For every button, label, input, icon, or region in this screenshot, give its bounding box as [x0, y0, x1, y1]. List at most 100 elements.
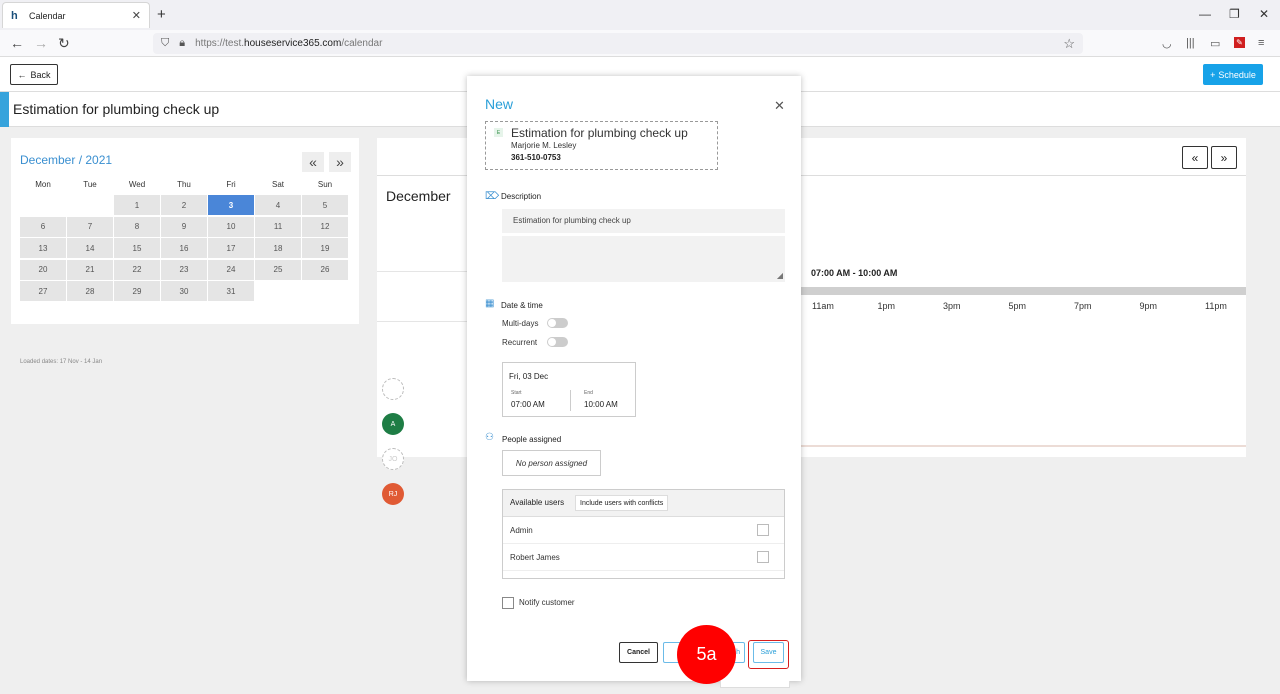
restore-icon[interactable]: ❐	[1229, 7, 1240, 21]
day-cell[interactable]: 5	[302, 195, 348, 215]
new-event-modal: New ✕ E Estimation for plumbing check up…	[467, 76, 801, 681]
job-card: E Estimation for plumbing check up Marjo…	[485, 121, 718, 170]
hour-label: 7pm	[1074, 301, 1092, 311]
back-button[interactable]: ← Back	[10, 64, 58, 85]
menu-icon[interactable]: ≡	[1258, 37, 1264, 49]
mini-calendar-month: December / 2021	[20, 153, 113, 167]
user-checkbox[interactable]	[757, 551, 769, 563]
day-cell[interactable]: 6	[20, 216, 66, 237]
avatar[interactable]: JO	[382, 448, 404, 470]
avatar[interactable]	[382, 378, 404, 400]
day-cell[interactable]: 25	[255, 259, 301, 280]
day-cell[interactable]: 1	[114, 195, 160, 215]
day-cell[interactable]: 10	[208, 216, 254, 237]
no-person-assigned: No person assigned	[502, 450, 601, 476]
event-line	[799, 445, 1246, 447]
bookmark-star-icon[interactable]: ☆	[1063, 36, 1075, 52]
day-cell[interactable]: 7	[67, 216, 113, 237]
mini-calendar: December / 2021 « » Mon Tue Wed Thu Fri Sat Su…	[11, 138, 359, 365]
user-row[interactable]: Admin	[503, 517, 784, 544]
day-cell[interactable]: 8	[114, 216, 160, 237]
browser-toolbar: ← → ↻ ⛉ 🔒︎ https://test.houseservice365.…	[0, 30, 1280, 57]
tag-icon: ⌦	[485, 191, 500, 202]
datetime-picker[interactable]: Fri, 03 Dec Start 07:00 AM End 10:00 AM	[502, 362, 636, 417]
time-band	[799, 287, 1246, 295]
extension-icon[interactable]: ✎	[1234, 37, 1245, 48]
day-cell[interactable]: 14	[67, 238, 113, 258]
schedule-button[interactable]: + Schedule	[1203, 64, 1263, 85]
day-cell[interactable]: 27	[20, 281, 66, 301]
multi-days-toggle[interactable]	[547, 318, 568, 328]
notify-customer-checkbox[interactable]	[502, 597, 514, 609]
calendar-prev-button[interactable]: «	[1182, 146, 1208, 169]
day-cell[interactable]: 20	[20, 259, 66, 280]
time-band-label: 07:00 AM - 10:00 AM	[811, 268, 898, 278]
reload-icon[interactable]: ↻	[58, 35, 70, 52]
include-conflicts-button[interactable]: Include users with conflicts	[575, 495, 669, 511]
datetime-label: Date & time	[501, 301, 543, 310]
library-icon[interactable]: |||	[1186, 37, 1195, 49]
next-month-button[interactable]: »	[329, 152, 351, 172]
day-cell[interactable]: 19	[302, 238, 348, 258]
forward-arrow-icon[interactable]: →	[34, 35, 48, 51]
start-time[interactable]: 07:00 AM	[511, 400, 545, 409]
sidebar-icon[interactable]: ▭	[1210, 37, 1220, 50]
day-cell[interactable]: 24	[208, 259, 254, 280]
calendar-next-button[interactable]: »	[1211, 146, 1237, 169]
day-cell[interactable]: 15	[114, 238, 160, 258]
close-tab-icon[interactable]: ✕	[132, 9, 141, 22]
weekday-label: Fri	[226, 180, 236, 189]
day-cell[interactable]: 16	[161, 238, 207, 258]
resize-grip-icon[interactable]: ◢	[777, 271, 783, 280]
calendar-month: December	[386, 188, 451, 204]
avatar[interactable]: RJ	[382, 483, 404, 505]
day-cell[interactable]: 28	[67, 281, 113, 301]
description-input[interactable]: Estimation for plumbing check up	[502, 209, 785, 233]
browser-tab[interactable]: h Calendar ✕	[2, 2, 150, 28]
user-checkbox[interactable]	[757, 524, 769, 536]
day-cell[interactable]: 4	[255, 195, 301, 215]
address-bar[interactable]: ⛉ 🔒︎ https://test.houseservice365.com/ca…	[153, 33, 1083, 54]
day-cell[interactable]: 13	[20, 238, 66, 258]
avatar[interactable]: A	[382, 413, 404, 435]
close-window-icon[interactable]: ✕	[1259, 7, 1269, 21]
minimize-icon[interactable]: —	[1199, 7, 1211, 21]
day-cell[interactable]: 21	[67, 259, 113, 280]
weekday-label: Thu	[177, 180, 191, 189]
day-cell[interactable]: 17	[208, 238, 254, 258]
available-users: Available users Include users with confl…	[502, 489, 785, 579]
new-tab-icon[interactable]: +	[157, 6, 166, 23]
notes-textarea[interactable]: ◢	[502, 236, 785, 282]
user-row[interactable]: Robert James	[503, 544, 784, 571]
person-icon: ⚇	[485, 432, 494, 443]
day-cell[interactable]: 22	[114, 259, 160, 280]
back-arrow-icon[interactable]: ←	[10, 35, 24, 51]
close-icon[interactable]: ✕	[774, 98, 785, 114]
end-time[interactable]: 10:00 AM	[584, 400, 618, 409]
day-cell[interactable]: 2	[161, 195, 207, 215]
day-cell[interactable]: 29	[114, 281, 160, 301]
hour-label: 11am	[812, 301, 834, 311]
step-badge: 5a	[677, 625, 736, 684]
day-cell[interactable]: 11	[255, 216, 301, 237]
day-cell[interactable]: 30	[161, 281, 207, 301]
pocket-icon[interactable]: ◡	[1162, 37, 1172, 50]
datetime-divider	[570, 390, 571, 411]
day-cell[interactable]: 12	[302, 216, 348, 237]
day-cell[interactable]: 9	[161, 216, 207, 237]
day-cell[interactable]: 18	[255, 238, 301, 258]
weekday-label: Sun	[317, 180, 333, 189]
hour-label: 3pm	[943, 301, 961, 311]
date-value: Fri, 03 Dec	[509, 372, 549, 381]
day-cell[interactable]: 31	[208, 281, 254, 301]
day-cell[interactable]: 26	[302, 259, 348, 280]
modal-title: New	[485, 96, 514, 112]
cancel-button[interactable]: Cancel	[619, 642, 658, 663]
prev-month-button[interactable]: «	[302, 152, 324, 172]
plus-icon: +	[1210, 69, 1216, 80]
hour-label: 9pm	[1139, 301, 1158, 311]
recurrent-toggle[interactable]	[547, 337, 568, 347]
selected-day[interactable]: 3	[208, 195, 254, 215]
day-cell[interactable]: 23	[161, 259, 207, 280]
back-label: Back	[30, 69, 51, 80]
